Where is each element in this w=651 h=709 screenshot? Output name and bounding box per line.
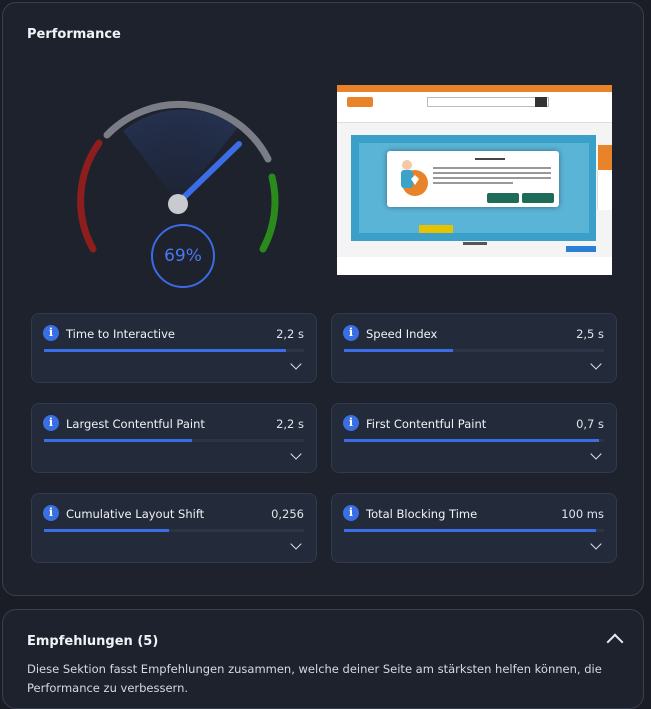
preview-logo bbox=[347, 97, 373, 107]
score-badge: 69% bbox=[151, 224, 215, 288]
performance-title: Performance bbox=[27, 27, 121, 42]
recommendations-card: Empfehlungen (5) Diese Sektion fasst Emp… bbox=[2, 609, 644, 709]
metric-progress-fill bbox=[44, 439, 193, 442]
metric-time-to-interactive[interactable]: i Time to Interactive 2,2 s bbox=[31, 313, 317, 383]
gauge-red-arc bbox=[77, 139, 103, 253]
metric-label: Largest Contentful Paint bbox=[66, 417, 205, 431]
metric-progress-track bbox=[44, 349, 304, 352]
metric-label: Time to Interactive bbox=[66, 327, 175, 341]
metric-progress-fill bbox=[44, 349, 286, 352]
metric-value: 2,5 s bbox=[576, 327, 604, 341]
metric-value: 100 ms bbox=[561, 507, 604, 521]
metric-progress-track bbox=[44, 439, 304, 442]
metric-speed-index[interactable]: i Speed Index 2,5 s bbox=[331, 313, 617, 383]
recommendations-description: Diese Sektion fasst Empfehlungen zusamme… bbox=[27, 662, 602, 695]
metric-value: 2,2 s bbox=[276, 417, 304, 431]
metric-progress-fill bbox=[344, 349, 454, 352]
metric-progress-track bbox=[344, 439, 604, 442]
gauge-hub bbox=[168, 194, 188, 214]
gauge-green-arc bbox=[259, 173, 279, 253]
chevron-down-icon[interactable] bbox=[590, 538, 602, 550]
metric-label: Total Blocking Time bbox=[366, 507, 478, 521]
chevron-down-icon[interactable] bbox=[290, 358, 302, 370]
metric-cumulative-layout-shift[interactable]: i Cumulative Layout Shift 0,256 bbox=[31, 493, 317, 563]
info-icon[interactable]: i bbox=[343, 325, 359, 341]
metric-value: 0,256 bbox=[271, 507, 304, 521]
metric-progress-track bbox=[344, 529, 604, 532]
chevron-down-icon[interactable] bbox=[590, 448, 602, 460]
metric-value: 0,7 s bbox=[576, 417, 604, 431]
metric-progress-fill bbox=[344, 439, 599, 442]
info-icon[interactable]: i bbox=[343, 415, 359, 431]
metric-label: Cumulative Layout Shift bbox=[66, 507, 205, 521]
metric-total-blocking-time[interactable]: i Total Blocking Time 100 ms bbox=[331, 493, 617, 563]
metric-label: First Contentful Paint bbox=[366, 417, 487, 431]
metric-value: 2,2 s bbox=[276, 327, 304, 341]
metric-first-contentful-paint[interactable]: i First Contentful Paint 0,7 s bbox=[331, 403, 617, 473]
chevron-down-icon[interactable] bbox=[290, 538, 302, 550]
recommendations-title: Empfehlungen (5) bbox=[27, 634, 159, 649]
metric-largest-contentful-paint[interactable]: i Largest Contentful Paint 2,2 s bbox=[31, 403, 317, 473]
info-icon[interactable]: i bbox=[43, 325, 59, 341]
metric-progress-fill bbox=[344, 529, 597, 532]
metric-progress-track bbox=[44, 529, 304, 532]
metric-progress-track bbox=[344, 349, 604, 352]
performance-card: Performance 69% i Time to Interactive 2,… bbox=[2, 2, 644, 596]
gauge-fill-sector bbox=[123, 109, 238, 203]
chevron-down-icon[interactable] bbox=[290, 448, 302, 460]
metric-label: Speed Index bbox=[366, 327, 438, 341]
metric-progress-fill bbox=[44, 529, 169, 532]
info-icon[interactable]: i bbox=[43, 505, 59, 521]
chevron-up-icon[interactable] bbox=[606, 633, 624, 651]
info-icon[interactable]: i bbox=[43, 415, 59, 431]
chevron-down-icon[interactable] bbox=[590, 358, 602, 370]
info-icon[interactable]: i bbox=[343, 505, 359, 521]
page-screenshot-preview bbox=[337, 85, 612, 275]
